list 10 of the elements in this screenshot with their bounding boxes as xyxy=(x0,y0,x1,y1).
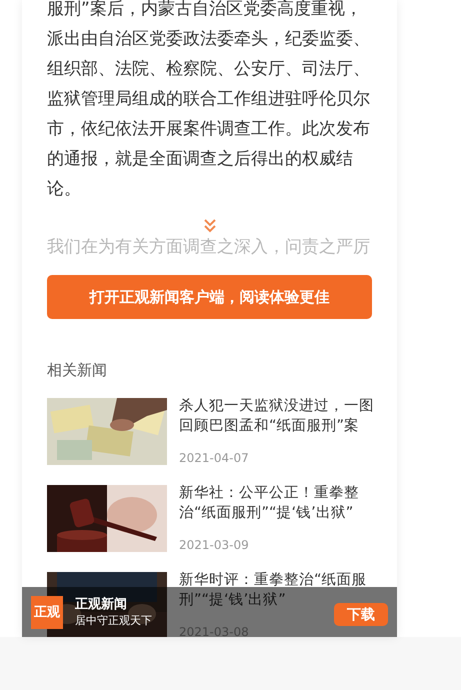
expand-chevron-icon[interactable] xyxy=(203,219,217,233)
news-title[interactable]: 杀人犯一天监狱没进过，一图回顾巴图孟和“纸面服刑”案 xyxy=(179,396,375,436)
app-logo: 正观 xyxy=(31,596,63,628)
app-slogan: 居中守正观天下 xyxy=(75,613,152,628)
faded-text: 我们在为有关方面调查之深入，问责之严厉 xyxy=(47,236,370,259)
news-date: 2021-04-07 xyxy=(179,451,250,465)
news-date: 2021-03-09 xyxy=(179,538,250,552)
related-news-heading: 相关新闻 xyxy=(47,361,108,380)
app-name: 正观新闻 xyxy=(75,596,127,613)
news-title[interactable]: 新华社：公平公正！重拳整治“纸面服刑”“提‘钱’出狱” xyxy=(179,483,375,523)
